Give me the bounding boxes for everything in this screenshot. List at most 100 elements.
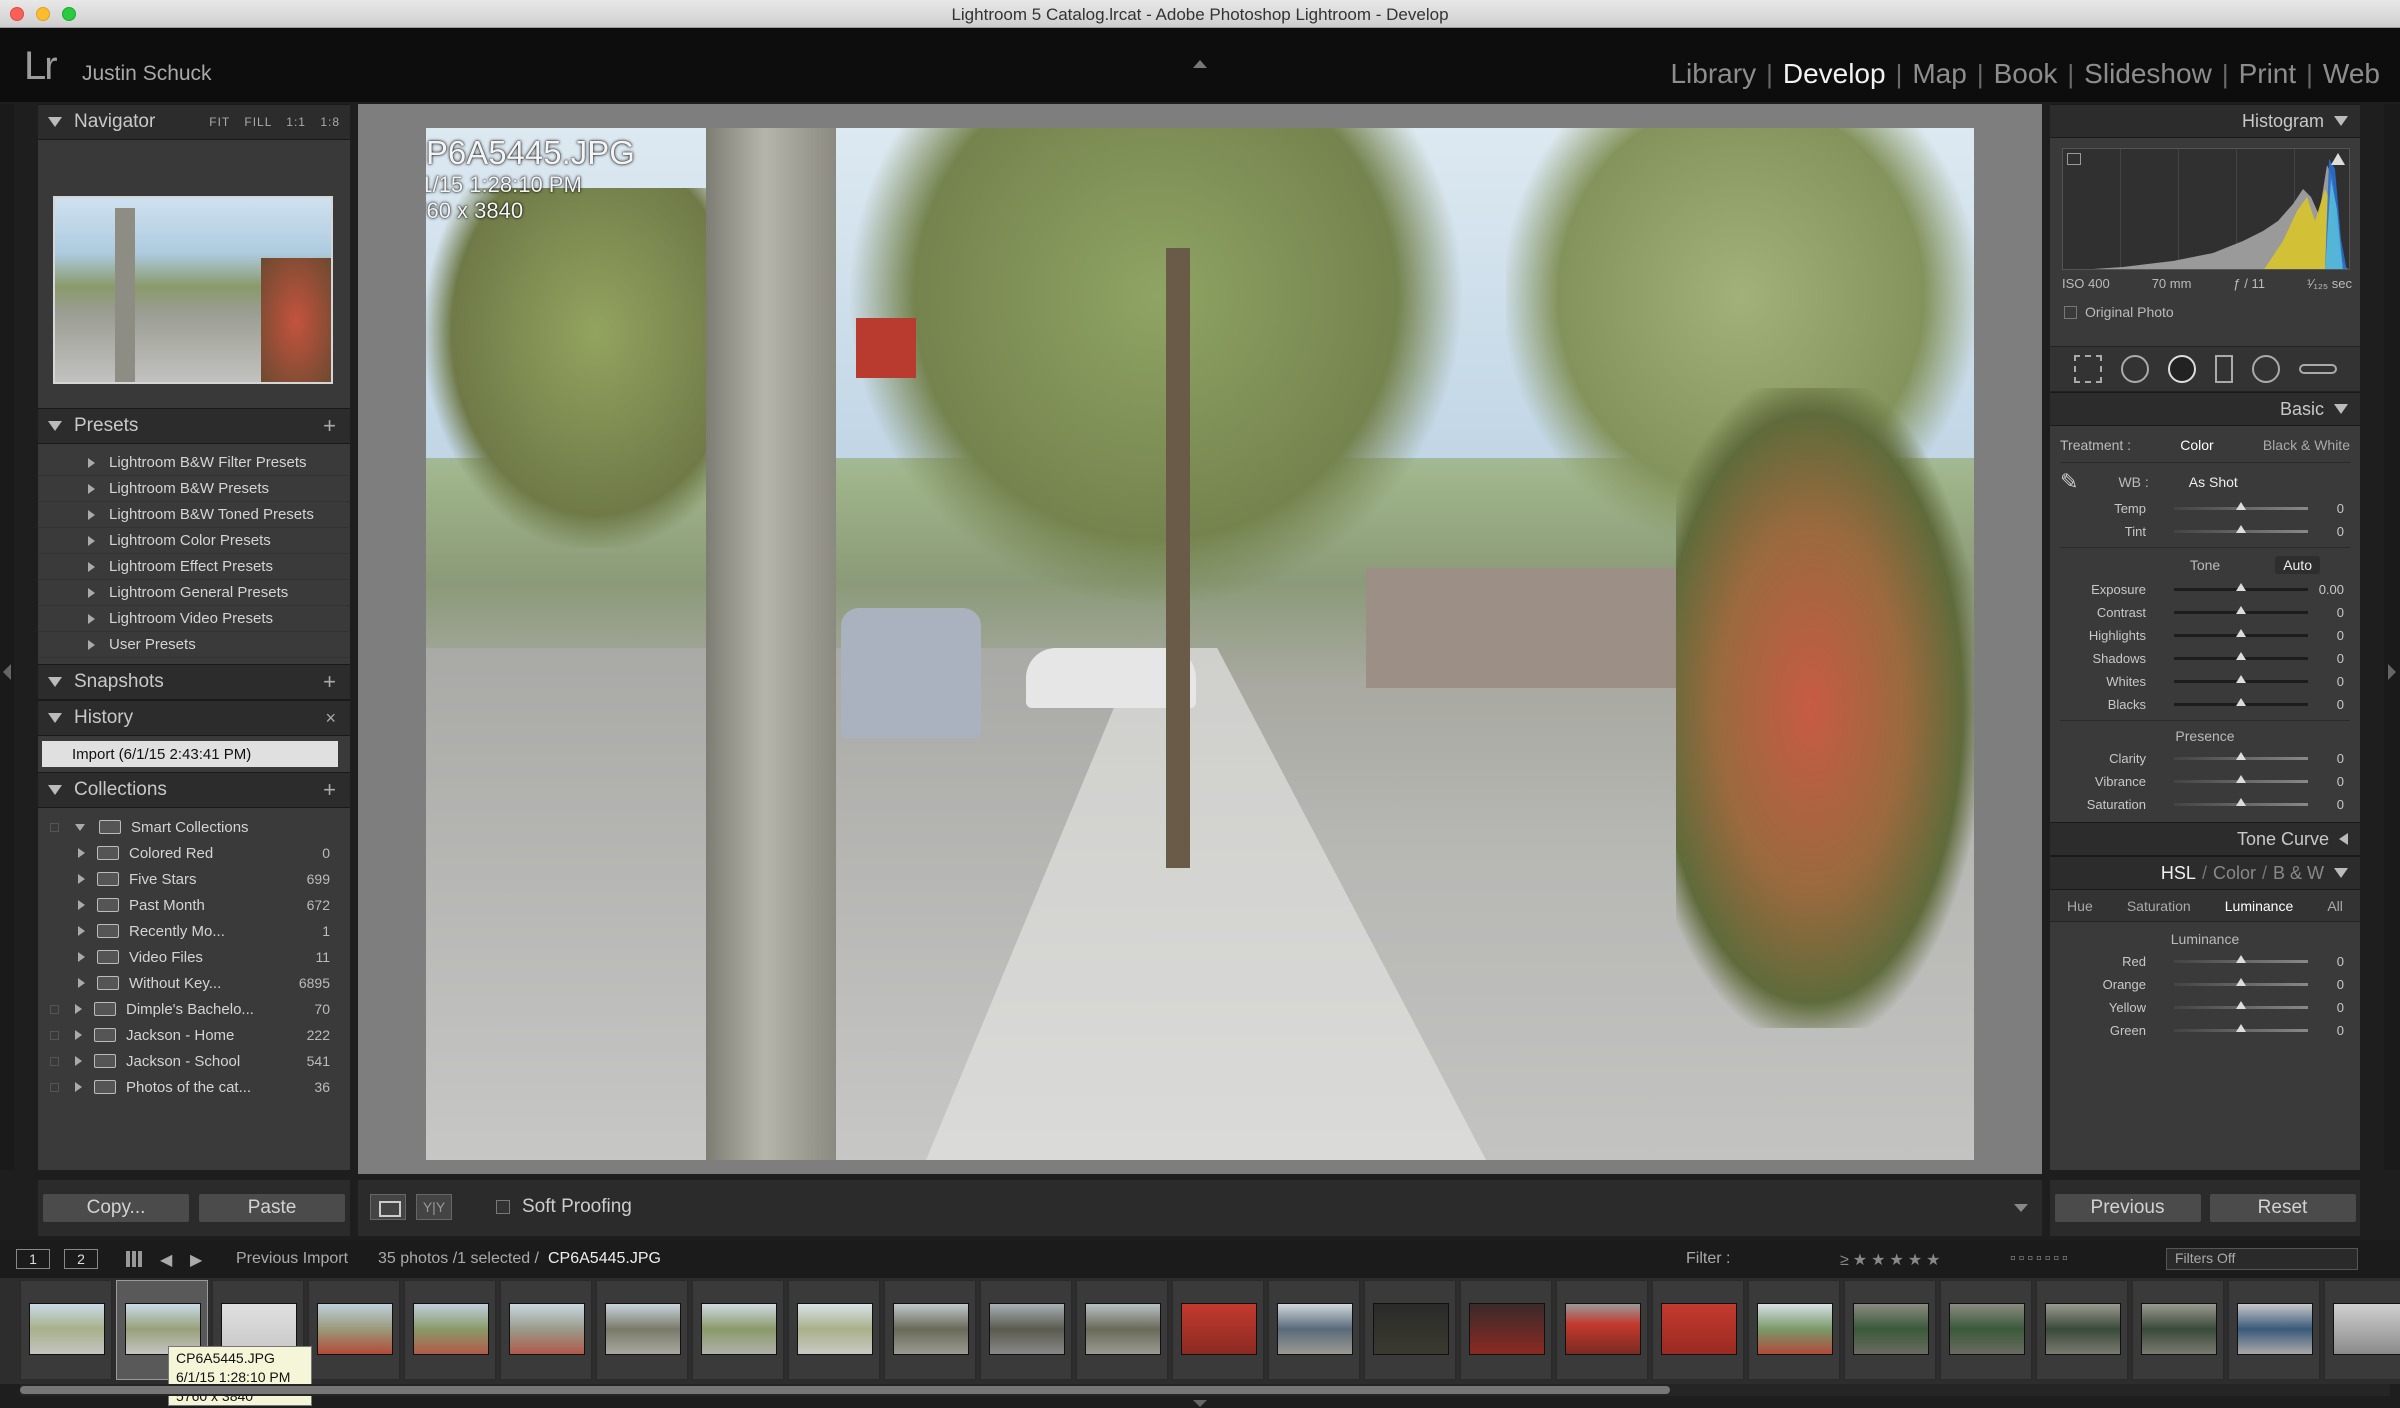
main-photo[interactable]: CP6A5445.JPG 6/1/15 1:28:10 PM 5760 x 38… (426, 128, 1974, 1160)
presets-header[interactable]: Presets + (38, 408, 350, 444)
navigator-header[interactable]: Navigator FIT FILL 1:1 1:8 (38, 104, 350, 140)
preset-folder[interactable]: User Presets (38, 632, 350, 658)
clear-history-icon[interactable]: × (325, 708, 336, 729)
module-web[interactable]: Web (2317, 58, 2386, 90)
slider-value[interactable]: 0 (2337, 697, 2344, 712)
slider-value[interactable]: 0 (2337, 674, 2344, 689)
white-balance-eyedropper-icon[interactable]: ✎ (2060, 469, 2078, 495)
slider-value[interactable]: 0 (2337, 774, 2344, 789)
history-step[interactable]: Import (6/1/15 2:43:41 PM) (42, 741, 338, 767)
adjustment-brush-icon[interactable] (2298, 364, 2337, 374)
slider-value[interactable]: 0 (2337, 954, 2344, 969)
slider-knob[interactable] (2236, 606, 2246, 614)
slider-knob[interactable] (2236, 798, 2246, 806)
filmstrip-thumbnail[interactable] (884, 1280, 976, 1380)
zoom-1-8[interactable]: 1:8 (320, 115, 340, 129)
filmstrip-thumbnail[interactable] (1556, 1280, 1648, 1380)
zoom-fill[interactable]: FILL (244, 115, 272, 129)
slider-track[interactable] (2174, 606, 2308, 614)
add-snapshot-icon[interactable]: + (323, 669, 336, 695)
filmstrip-thumbnail[interactable] (1268, 1280, 1360, 1380)
module-library[interactable]: Library (1664, 58, 1762, 90)
treatment-color-option[interactable]: Color (2180, 437, 2213, 453)
copy-settings-button[interactable]: Copy... (42, 1193, 190, 1223)
slider-knob[interactable] (2236, 1001, 2246, 1009)
filmstrip-thumbnail[interactable] (2132, 1280, 2224, 1380)
original-photo-checkbox[interactable] (2064, 305, 2077, 319)
slider-knob[interactable] (2236, 675, 2246, 683)
treatment-bw-option[interactable]: Black & White (2263, 437, 2350, 453)
radial-filter-icon[interactable] (2251, 355, 2280, 383)
filmstrip-thumbnail[interactable] (1748, 1280, 1840, 1380)
filmstrip-thumbnail[interactable] (980, 1280, 1072, 1380)
wb-select[interactable]: As Shot (2189, 474, 2238, 490)
before-after-button[interactable]: Y|Y (416, 1194, 452, 1220)
slider-value[interactable]: 0 (2337, 1000, 2344, 1015)
module-develop[interactable]: Develop (1777, 58, 1892, 90)
grid-view-icon[interactable] (126, 1251, 144, 1267)
filmstrip-source[interactable]: Previous Import (236, 1250, 348, 1268)
smart-collection-item[interactable]: Colored Red 0 (38, 840, 350, 866)
highlight-clipping-indicator[interactable] (2331, 153, 2345, 165)
reset-button[interactable]: Reset (2208, 1193, 2357, 1223)
collection-set-item[interactable]: Dimple's Bachelo... 70 (38, 996, 350, 1022)
filmstrip-thumbnail[interactable] (1652, 1280, 1744, 1380)
histogram-graph[interactable] (2062, 148, 2350, 270)
previous-button[interactable]: Previous (2053, 1193, 2202, 1223)
add-preset-icon[interactable]: + (323, 413, 336, 439)
original-photo-toggle[interactable]: Original Photo (2064, 304, 2174, 320)
slider-knob[interactable] (2236, 978, 2246, 986)
spot-removal-icon[interactable] (2120, 355, 2149, 383)
main-window-button[interactable]: 1 (16, 1249, 50, 1269)
preset-folder[interactable]: Lightroom B&W Presets (38, 476, 350, 502)
back-arrow-icon[interactable]: ◀ (160, 1250, 172, 1270)
tone-curve-header[interactable]: Tone Curve (2050, 822, 2360, 856)
module-slideshow[interactable]: Slideshow (2078, 58, 2218, 90)
filmstrip-scroll-thumb[interactable] (20, 1386, 1670, 1394)
tab-luminance[interactable]: Luminance (2225, 898, 2294, 914)
slider-knob[interactable] (2236, 775, 2246, 783)
snapshots-header[interactable]: Snapshots + (38, 664, 350, 700)
slider-track[interactable] (2174, 775, 2308, 783)
slider-track[interactable] (2174, 525, 2308, 533)
bw-tab[interactable]: B & W (2273, 863, 2324, 884)
slider-value[interactable]: 0 (2337, 605, 2344, 620)
slider-track[interactable] (2174, 1001, 2308, 1009)
slider-value[interactable]: 0.00 (2319, 582, 2344, 597)
module-print[interactable]: Print (2233, 58, 2303, 90)
preset-folder[interactable]: Lightroom B&W Filter Presets (38, 450, 350, 476)
smart-collection-item[interactable]: Video Files 11 (38, 944, 350, 970)
tab-all[interactable]: All (2327, 898, 2343, 914)
smart-collection-item[interactable]: Five Stars 699 (38, 866, 350, 892)
paste-settings-button[interactable]: Paste (198, 1193, 346, 1223)
preset-folder[interactable]: Lightroom Effect Presets (38, 554, 350, 580)
filmstrip-thumbnail[interactable] (2228, 1280, 2320, 1380)
slider-knob[interactable] (2236, 583, 2246, 591)
crop-tool-icon[interactable] (2073, 355, 2102, 383)
filmstrip-thumbnail[interactable] (2324, 1280, 2400, 1380)
slider-knob[interactable] (2236, 652, 2246, 660)
filmstrip-thumbnail[interactable] (308, 1280, 400, 1380)
filmstrip-thumbnail[interactable] (1460, 1280, 1552, 1380)
slider-value[interactable]: 0 (2337, 1023, 2344, 1038)
collapse-top-panel-arrow[interactable] (1193, 60, 1207, 68)
selected-filename[interactable]: CP6A5445.JPG (548, 1250, 661, 1268)
collapse-filmstrip-arrow[interactable] (1193, 1400, 1207, 1407)
collection-set-item[interactable]: Photos of the cat... 36 (38, 1074, 350, 1100)
auto-tone-button[interactable]: Auto (2275, 556, 2320, 574)
slider-knob[interactable] (2236, 629, 2246, 637)
color-label-filter[interactable]: ▫▫▫▫▫▫▫ (2010, 1250, 2071, 1268)
slider-value[interactable]: 0 (2337, 977, 2344, 992)
toolbar-menu-arrow[interactable] (2014, 1204, 2028, 1212)
filmstrip-scrollbar[interactable] (20, 1384, 2390, 1396)
zoom-1-1[interactable]: 1:1 (286, 115, 306, 129)
filmstrip-thumbnail[interactable] (1844, 1280, 1936, 1380)
collection-set-item[interactable]: Jackson - School 541 (38, 1048, 350, 1074)
preset-folder[interactable]: Lightroom General Presets (38, 580, 350, 606)
color-tab[interactable]: Color (2213, 863, 2256, 884)
module-book[interactable]: Book (1988, 58, 2064, 90)
slider-value[interactable]: 0 (2337, 751, 2344, 766)
slider-track[interactable] (2174, 629, 2308, 637)
slider-track[interactable] (2174, 583, 2308, 591)
filmstrip-thumbnail[interactable] (692, 1280, 784, 1380)
